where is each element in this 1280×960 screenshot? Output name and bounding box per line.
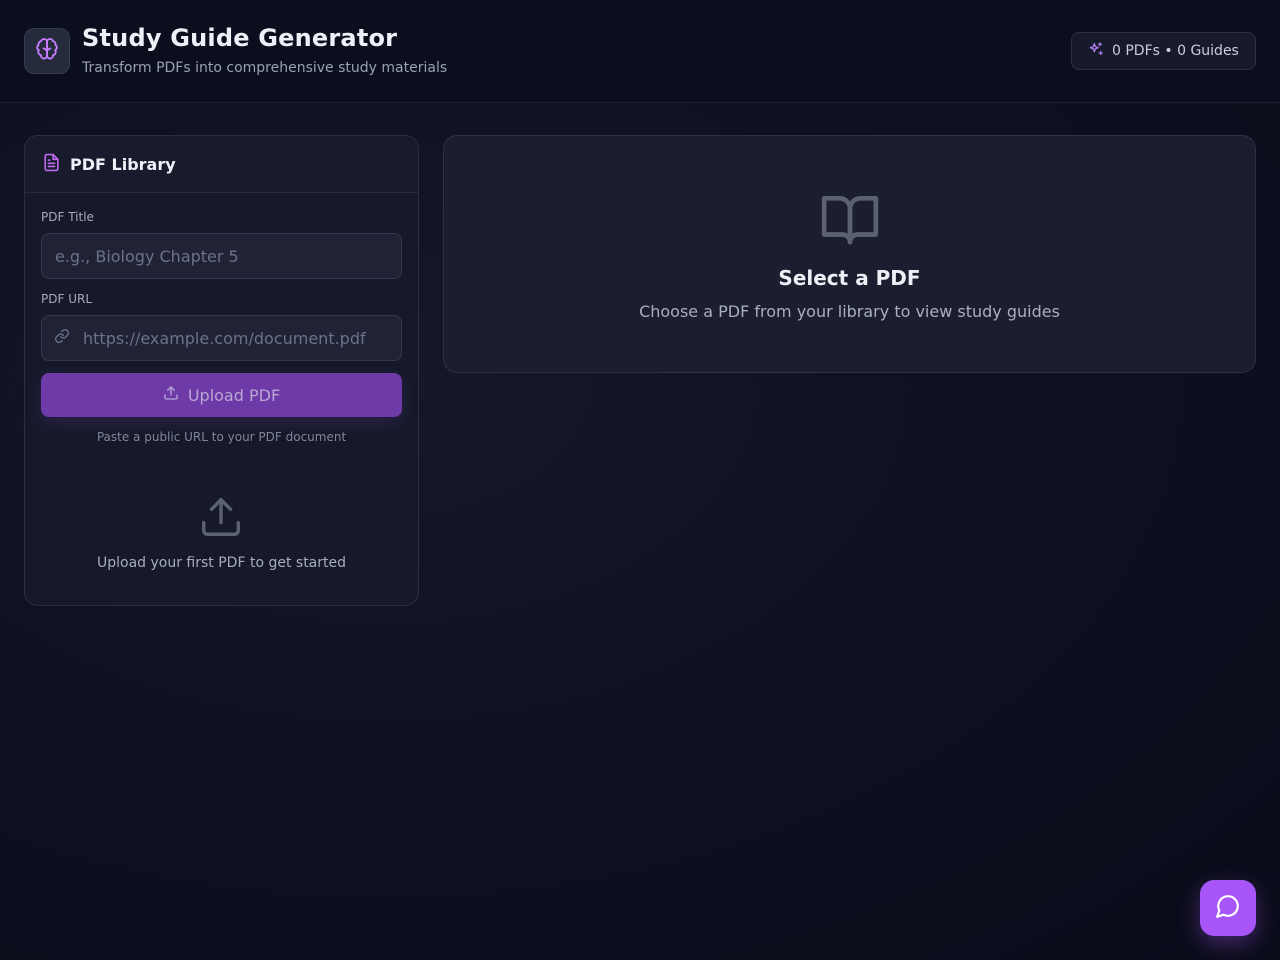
logo <box>24 28 70 74</box>
pdf-title-input[interactable]: e.g., Biology Chapter 5 <box>41 233 402 279</box>
panel-title: PDF Library <box>70 154 176 174</box>
app-header: Study Guide Generator Transform PDFs int… <box>0 0 1280 103</box>
upload-button-label: Upload PDF <box>187 385 281 405</box>
pdf-title-label: PDF Title <box>41 210 94 224</box>
link-icon <box>54 328 70 348</box>
upload-icon <box>198 494 244 544</box>
message-circle-icon <box>1215 893 1241 923</box>
empty-viewer-title: Select a PDF <box>778 266 921 290</box>
app-title: Study Guide Generator <box>82 24 398 52</box>
url-hint: Paste a public URL to your PDF document <box>96 430 347 444</box>
brain-icon <box>35 37 59 65</box>
panel-header: PDF Library <box>25 136 418 193</box>
stats-text: 0 PDFs • 0 Guides <box>1112 43 1239 59</box>
upload-pdf-button[interactable]: Upload PDF <box>41 373 402 417</box>
pdf-library-panel: PDF Library PDF Title e.g., Biology Chap… <box>24 135 419 606</box>
book-open-icon <box>819 188 881 254</box>
pdf-url-label: PDF URL <box>41 292 92 306</box>
app-subtitle: Transform PDFs into comprehensive study … <box>82 60 448 76</box>
empty-state-text: Upload your first PDF to get started <box>96 555 347 571</box>
chat-button[interactable] <box>1200 880 1256 936</box>
sparkles-icon <box>1088 41 1104 61</box>
stats-badge: 0 PDFs • 0 Guides <box>1071 32 1256 70</box>
study-guide-viewer: Select a PDF Choose a PDF from your libr… <box>443 135 1256 373</box>
upload-icon <box>163 385 179 405</box>
empty-viewer-description: Choose a PDF from your library to view s… <box>639 302 1060 321</box>
pdf-url-input[interactable]: https://example.com/document.pdf <box>41 315 402 361</box>
pdf-url-placeholder: https://example.com/document.pdf <box>83 328 366 348</box>
file-text-icon <box>42 153 61 176</box>
pdf-title-placeholder: e.g., Biology Chapter 5 <box>55 246 239 266</box>
